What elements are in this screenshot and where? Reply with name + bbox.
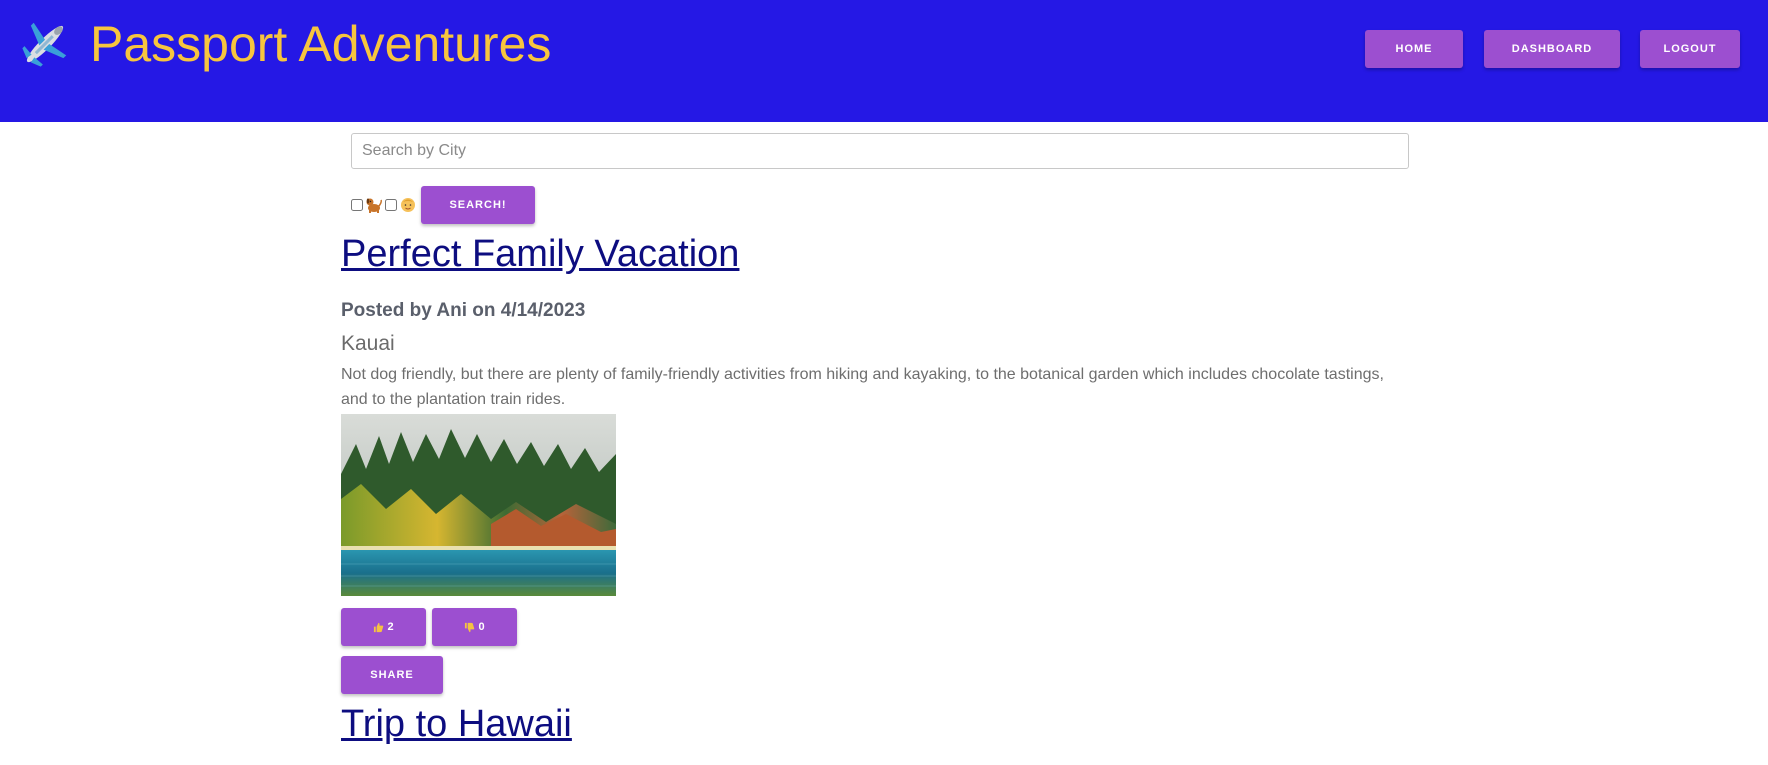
like-button[interactable]: 2	[341, 608, 426, 646]
share-button[interactable]: SHARE	[341, 656, 443, 694]
post-title-link[interactable]: Perfect Family Vacation	[341, 232, 739, 276]
search-filters: SEARCH!	[351, 186, 535, 224]
post-meta: Posted by Ani on 4/14/2023	[341, 300, 586, 321]
nav-home-button[interactable]: HOME	[1365, 30, 1463, 68]
thumbs-down-icon	[465, 622, 475, 632]
app-header: Passport Adventures HOME DASHBOARD LOGOU…	[0, 0, 1768, 122]
post-body: Not dog friendly, but there are plenty o…	[341, 366, 1384, 408]
child-icon	[401, 198, 415, 212]
search-button[interactable]: SEARCH!	[421, 186, 535, 224]
post-city: Kauai	[341, 332, 395, 355]
app-title: Passport Adventures	[90, 16, 552, 72]
kid-friendly-checkbox[interactable]	[385, 199, 397, 211]
brand[interactable]: Passport Adventures	[18, 14, 551, 74]
like-count: 2	[387, 621, 394, 633]
dog-friendly-checkbox[interactable]	[351, 199, 363, 211]
dog-icon	[366, 198, 382, 213]
nav-dashboard-button[interactable]: DASHBOARD	[1484, 30, 1620, 68]
nav-logout-button[interactable]: LOGOUT	[1640, 30, 1740, 68]
post-title-link[interactable]: Trip to Hawaii	[341, 702, 572, 746]
city-search-input[interactable]	[351, 133, 1409, 169]
dislike-count: 0	[478, 621, 485, 633]
airplane-icon	[22, 22, 67, 67]
coastal-cliffs-image	[341, 414, 616, 596]
thumbs-up-icon	[374, 622, 384, 632]
dislike-button[interactable]: 0	[432, 608, 517, 646]
